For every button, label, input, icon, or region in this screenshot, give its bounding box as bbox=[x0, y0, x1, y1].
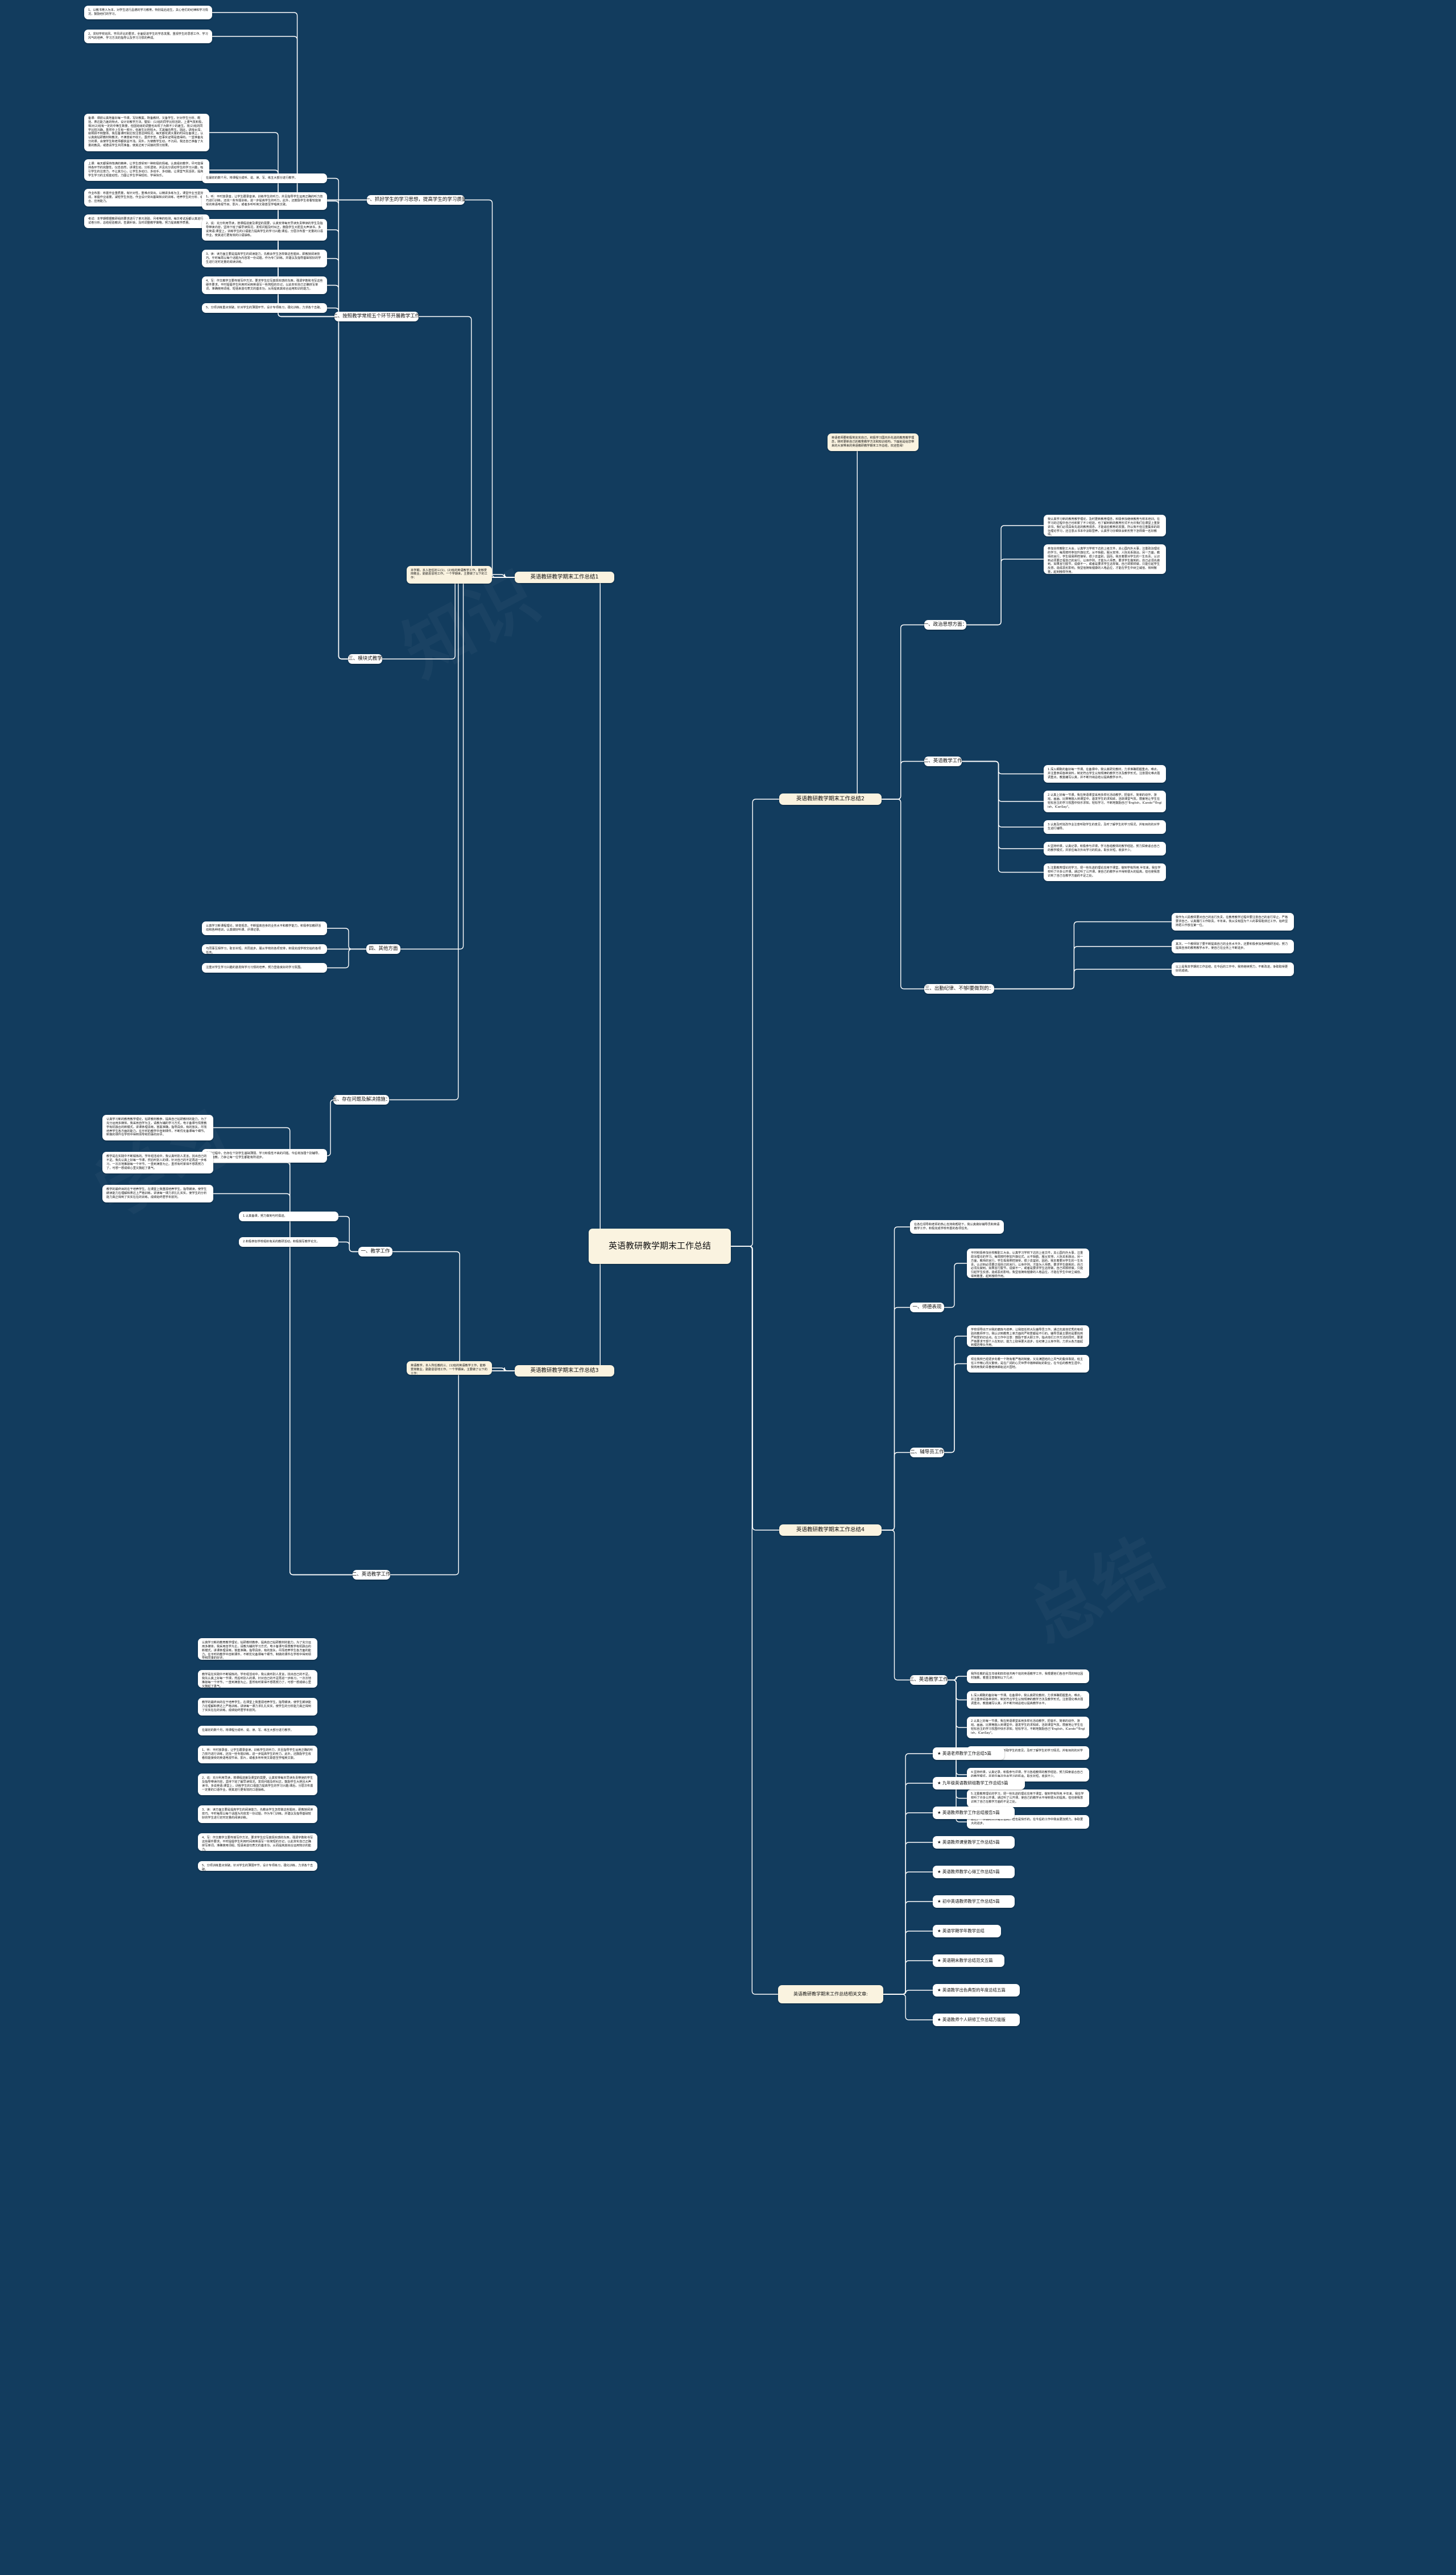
leaf-node: 2.认真上好每一节课。我在英语课堂采用多样化活动教学，把音乐、简单的动作、游戏、… bbox=[1044, 791, 1166, 812]
topic-node[interactable]: 一、政治思想方面： bbox=[924, 620, 966, 630]
leaf-node: 以上是我本学期的工作总结，在今后的工作中，我将继续努力，不断改进，争取取得更好的… bbox=[1172, 962, 1294, 976]
topic-node[interactable]: 二、按照教学常规五个环节开展教学工作 bbox=[334, 312, 419, 321]
related-article-item[interactable]: ★ 英语教学出色典型的年度总结五篇 bbox=[933, 1984, 1020, 1997]
leaf-node: 本学期，本人担任初三(1)、(2)班的英语教学工作，能够爱岗敬业，勤勤恳恳地工作… bbox=[407, 565, 492, 584]
leaf-node: 1.深入细致的备好每一节课。在备课中，我认真研究教材，力求准确把握重点，难点，并… bbox=[1044, 765, 1166, 783]
leaf-node: 5、分项训练重点突破。针对学生的薄弱环节，设计专项练习，强化训练，力求各个击破。 bbox=[198, 1861, 317, 1871]
leaf-node: 2.认真上好每一节课。我在英语课堂采用多样化活动教学，把音乐、简单的动作、游戏、… bbox=[967, 1717, 1089, 1738]
related-article-item[interactable]: ★ 英语教师教学心得工作总结5篇 bbox=[933, 1866, 1015, 1878]
topic-node[interactable]: 一、抓好学生的学习思想，提高学生的学习质量 bbox=[367, 195, 465, 205]
leaf-node: 考试：本学期根据教研组的要求进行了单元测验、月考等的检测，每次考试后都认真进行试… bbox=[84, 214, 209, 228]
watermark: 知识 bbox=[383, 542, 555, 695]
leaf-node: 在最初的数个月，将课程分成听、说、读、写、练五大部分进行教学。 bbox=[198, 1726, 317, 1735]
leaf-node: 2、说：充分利用早读，按课程进度及课堂的需要，认真安排每天早读负责带读的学生及指… bbox=[198, 1774, 317, 1795]
topic-node[interactable]: 二、英语教学工作 bbox=[353, 1570, 390, 1580]
leaf-node: 4.坚持听课，认真记录，积极参与评课，学习各组教师的教学经验，努力探索适合自己的… bbox=[1044, 842, 1166, 855]
leaf-node: 在最初的数个月，将课程分成听、说、读、写、练五大部分进行教学。 bbox=[202, 173, 327, 183]
related-article-item[interactable]: ★ 英语期末教学总结范文五篇 bbox=[933, 1954, 1004, 1967]
leaf-node: 上课：每天都保持饱满的精神，让学生感受到一种积极的情绪。认真组织教学，尽可能保持… bbox=[84, 159, 209, 181]
topic-node[interactable]: 二、英语教学工作 bbox=[924, 757, 962, 766]
branch-node-3[interactable]: 英语教研教学期末工作总结3 bbox=[515, 1365, 614, 1377]
related-article-item[interactable]: ★ 九年级英语教研组教学工作总结5篇 bbox=[933, 1777, 1025, 1789]
branch-node-2[interactable]: 英语教研教学期末工作总结2 bbox=[779, 793, 882, 805]
leaf-node: 3.认真及时批改作业注意听取学生的意见，及时了解学生的学习情况，并有目的的对学生… bbox=[1044, 820, 1166, 834]
leaf-node: 教学过程中，仍存在个别学生基础薄弱、学习积极性不高的问题。今后将加强个别辅导，因… bbox=[202, 1149, 327, 1163]
topic-node[interactable]: 三、模块式教学 bbox=[348, 654, 382, 664]
leaf-node: 其次，一个教师除了要不断提高自己的业务水平外，还要积极参加各种教研活动，努力提高… bbox=[1172, 940, 1294, 953]
topic-node[interactable]: 三、英语教学工作 bbox=[910, 1675, 948, 1685]
related-article-item[interactable]: ★ 初中英语教师教学工作总结5篇 bbox=[933, 1895, 1015, 1908]
related-article-item[interactable]: ★ 英语教师个人研修工作总结万能版 bbox=[933, 2014, 1020, 2026]
connector-lines bbox=[209, 12, 1172, 2020]
leaf-node: 英语老师要积极地充实自己，积极学习国内外先进的教育教学理念，随时更新自己的教育教… bbox=[828, 433, 919, 451]
leaf-node: 参加全校教职工大会，认真学习学校下达的上级文件，关心国内外大事，注重政治理论的学… bbox=[1044, 544, 1166, 574]
leaf-node: 3、读：读方面主要是提高学生的阅读能力，先教会学生怎样做这些题目，即教授阅读技巧… bbox=[202, 250, 327, 267]
leaf-node: 认真学习新的教育教学理论，钻研教材教参，提高自己钻研教材的能力。为了充分运用多媒… bbox=[198, 1638, 317, 1660]
topic-node[interactable]: 五、存在问题及解决措施： bbox=[333, 1095, 390, 1105]
leaf-node: 我作为人民教师要对自己的言行负责，在教育教学过程中要注意自己的言行举止，严格要求… bbox=[1172, 913, 1294, 931]
topic-node[interactable]: 三、出勤纪律、不够l要做到的： bbox=[924, 984, 994, 994]
leaf-node: 教学是在实践中不断锻炼的。学年组活动中，我认真听别人发言，找出自己的不足。我先认… bbox=[102, 1152, 213, 1173]
related-article-item[interactable]: ★ 英语教师教学工作总结报告5篇 bbox=[933, 1807, 1015, 1819]
topic-node[interactable]: 二、辅导员工作 bbox=[910, 1448, 944, 1457]
leaf-node: 现在我校已经逐步向着一个既有着严格的制度，又充满团结向上风气的集体靠拢。班主任工… bbox=[967, 1355, 1089, 1373]
leaf-node: 教学是在实践中不断锻炼的。学年组活动中，我认真听别人发言，找出自己的不足。我先认… bbox=[198, 1670, 317, 1688]
mindmap-canvas[interactable]: 学习 知识 总结 英语教研教学期末工作总结英语教研教学期末工作总结1本学期，本人… bbox=[0, 0, 1456, 2575]
leaf-node: 1.认真备课，努力做到与时俱进。 bbox=[239, 1212, 338, 1221]
leaf-node: 4、写：作文教学主要传授写作方法，要求学生应写真情实感的东西，强调字数和书写这些… bbox=[198, 1833, 317, 1851]
leaf-node: 平时积极参加全校教职工大会，认真学习学校下达的上级文件，关心国内外大事，注重政治… bbox=[967, 1249, 1089, 1278]
leaf-node: 5.注重教育理论的学习，把一些先进的理论应用于课堂，做到学有所用.半年来，我在学… bbox=[1044, 863, 1166, 881]
leaf-node: 1、听：平时放录音，让学生跟录音读，训练学生的听力，并且指导学生运用正确的听力技… bbox=[202, 192, 327, 210]
leaf-node: 认真学习新的教育教学理论，钻研教材教参，提高自己钻研教材的能力。为了充分运用多媒… bbox=[102, 1115, 213, 1140]
leaf-node: 与同事互相学习，取长补短，共同进步。服从学校的各项安排，积极完成学校交给的各项任… bbox=[202, 944, 327, 954]
topic-node[interactable]: 一、教学工作 bbox=[358, 1247, 392, 1256]
leaf-node: 教学的最终目的在于培养学生。在课堂上我重视培养学生。指导朗读，使学生朗读能力在理… bbox=[198, 1698, 317, 1716]
leaf-node: 3、读：读方面主要是提高学生的阅读能力，先教会学生怎样做这些题目，即教授阅读技巧… bbox=[198, 1805, 317, 1823]
leaf-node: 英语教学，本人所任教的三、(1)班的英语教学工作，能够爱岗敬业，勤勤恳恳地工作，… bbox=[407, 1361, 492, 1375]
leaf-node: 1.深入细致的备好每一节课。在备课中，我认真研究教材，力求准确把握重点，难点，并… bbox=[967, 1691, 1089, 1709]
leaf-node: 2、说：充分利用早读，按课程进度及课堂的需要，认真安排每天早读负责带读的学生及指… bbox=[202, 219, 327, 241]
branch-node-5[interactable]: 英语教研教学期末工作总结相关文章: bbox=[778, 1985, 883, 2003]
leaf-node: 2、贯彻学校班风、学风评比的要求，全面促进学生的学态发展。重视学生的思想工作、学… bbox=[84, 30, 212, 43]
leaf-node: 学校领导出于对我的磨炼与培养，让我担任校大队辅导员工作。通过向其他优秀的有经验的… bbox=[967, 1325, 1089, 1347]
leaf-node: 5.注重教育理论的学习，把一些先进的理论应用于课堂，做到学有所用.半年来，我在学… bbox=[967, 1789, 1089, 1807]
leaf-node: 认真学习新课程理论，转变观念，不断提高自身的业务水平和教学能力。积极参加教研活动… bbox=[202, 921, 327, 935]
leaf-node: 我所任教的是五年级和四年级共两个班的英语教学工作。我根据他们各自不同的特征因材施… bbox=[967, 1669, 1089, 1683]
watermark: 总结 bbox=[1009, 1508, 1180, 1662]
leaf-node: 我认真学习新的教育教学理论，及时更新教育理念，积极参加继续教育与校本培训。在学习… bbox=[1044, 515, 1166, 536]
topic-node[interactable]: 一、师德表现 bbox=[910, 1303, 944, 1312]
leaf-node: 4、写：作文教学主要传授写作方法，要求学生应写真情实感的东西，强调字数和书写这些… bbox=[202, 276, 327, 294]
branch-node-1[interactable]: 英语教研教学期末工作总结1 bbox=[515, 572, 614, 583]
leaf-node: 1、以教书育人为本，对学生进行品德的学习教育，特别是后进生，关心他们的纪律和学习… bbox=[84, 6, 212, 19]
branch-node-4[interactable]: 英语教研教学期末工作总结4 bbox=[779, 1524, 882, 1536]
related-article-item[interactable]: ★ 英语老师教学工作总结5篇 bbox=[933, 1747, 1004, 1760]
related-article-item[interactable]: ★ 英语教师课堂教学工作总结5篇 bbox=[933, 1836, 1015, 1849]
leaf-node: 作业布置：布置作业重质量，有针对性，重难点突出。以精讲多练为主，课堂作业当堂完成… bbox=[84, 189, 209, 206]
related-article-item[interactable]: ★ 英语学期学年教学总结 bbox=[933, 1925, 1001, 1937]
leaf-node: 2.积极参加学校组织有关的教研活动，积极撰写教学论文。 bbox=[239, 1237, 338, 1247]
leaf-node: 1、听：平时放录音，让学生跟录音读，训练学生的听力，并且指导学生运用正确的听力技… bbox=[198, 1746, 317, 1763]
topic-node[interactable]: 四、其他方面 bbox=[366, 944, 400, 954]
leaf-node: 注重对学生学习兴趣的激发和学习习惯的培养，努力营造良好的学习氛围。 bbox=[202, 963, 327, 973]
leaf-node: 在各位领导和老师的热心支持和帮助下，我认真做好辅导员和英语教学工作，积极完成学校… bbox=[910, 1220, 1004, 1234]
root-node[interactable]: 英语教研教学期末工作总结 bbox=[589, 1229, 731, 1264]
leaf-node: 教学的最终目的在于培养学生。在课堂上我重视培养学生。指导朗读，使学生朗读能力在理… bbox=[102, 1185, 213, 1202]
leaf-node: 5、分项训练重点突破。针对学生的薄弱环节，设计专项练习，强化训练，力求各个击破。 bbox=[202, 303, 327, 313]
leaf-node: 备课：课前认真地备好每一节课，写好教案。既备教材，又备学生，针对学生分析、概括、… bbox=[84, 114, 209, 151]
